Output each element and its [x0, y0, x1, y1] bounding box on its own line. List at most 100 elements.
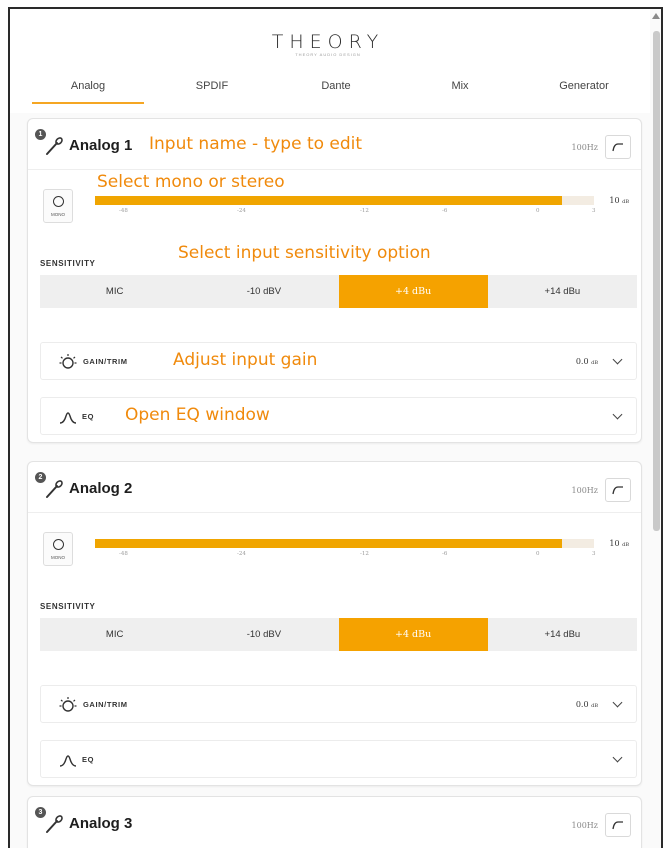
- theory-logo: THEORY: [271, 31, 385, 53]
- sensitivity-label: SENSITIVITY: [40, 259, 96, 268]
- mono-label: MONO: [51, 555, 65, 560]
- hpf-frequency-label: 100Hz: [571, 821, 598, 830]
- high-pass-filter-button[interactable]: [605, 813, 631, 837]
- sensitivity-option-plus14dbu[interactable]: +14 dBu: [488, 618, 637, 651]
- high-pass-filter-button[interactable]: [605, 478, 631, 502]
- microphone-icon: [46, 480, 63, 498]
- gain-knob-icon: [59, 354, 77, 369]
- mono-label: MONO: [51, 212, 65, 217]
- tab-mix[interactable]: Mix: [398, 75, 522, 107]
- gain-value: 0.0 dB: [576, 357, 598, 366]
- mono-stereo-toggle[interactable]: MONO: [43, 532, 73, 566]
- chevron-down-icon[interactable]: [612, 697, 623, 708]
- meter-peak-marker: [555, 539, 557, 548]
- scrollbar[interactable]: [653, 31, 660, 531]
- channel-card-analog-2: 2 Analog 2 100Hz MONO -48 -24 -12 -6 0 3…: [27, 461, 642, 786]
- scroll-up-arrow-icon[interactable]: [652, 13, 660, 19]
- sensitivity-option-plus4dbu[interactable]: +4 dBu: [338, 275, 488, 308]
- meter-tick: -48: [119, 208, 128, 214]
- meter-tick: 0: [536, 208, 540, 214]
- microphone-icon: [46, 137, 63, 155]
- eq-curve-icon: [59, 412, 77, 424]
- level-meter: [95, 196, 594, 205]
- meter-scale: -48 -24 -12 -6 0 3: [95, 208, 596, 216]
- gain-value: 0.0 dB: [576, 700, 598, 709]
- meter-peak-marker: [555, 196, 557, 205]
- meter-level-value: 10: [609, 539, 620, 548]
- gain-value-number: 0.0: [575, 700, 589, 709]
- meter-tick: 3: [592, 208, 596, 214]
- chevron-down-icon[interactable]: [612, 752, 623, 763]
- meter-row: MONO -48 -24 -12 -6 0 3 10 dB: [28, 512, 641, 582]
- sensitivity-option-mic[interactable]: MIC: [40, 275, 189, 308]
- gain-value-number: 0.0: [575, 357, 589, 366]
- sensitivity-option-mic[interactable]: MIC: [40, 618, 189, 651]
- meter-tick: -24: [237, 551, 246, 557]
- channel-card-analog-1: 1 Analog 1 100Hz Input name - type to ed…: [27, 118, 642, 443]
- logo-subtitle: THEORY AUDIO DESIGN: [295, 52, 361, 57]
- channel-name-input[interactable]: Analog 1: [69, 137, 132, 154]
- high-pass-filter-icon: [612, 143, 623, 152]
- sensitivity-option-plus4dbu[interactable]: +4 dBu: [338, 618, 488, 651]
- sensitivity-option-minus10dbv[interactable]: -10 dBV: [189, 618, 338, 651]
- meter-level-readout: 10 dB: [609, 196, 629, 205]
- channel-header: 2 Analog 2 100Hz: [28, 462, 641, 510]
- microphone-icon: [46, 815, 63, 833]
- meter-tick: -24: [237, 208, 246, 214]
- channel-card-analog-3: 3 Analog 3 100Hz: [27, 796, 642, 848]
- meter-tick: 0: [536, 551, 540, 557]
- meter-level-readout: 10 dB: [609, 539, 629, 548]
- chevron-down-icon[interactable]: [612, 354, 623, 365]
- channel-name-input[interactable]: Analog 2: [69, 480, 132, 497]
- annotation-gain: Adjust input gain: [173, 350, 318, 370]
- tab-generator[interactable]: Generator: [522, 75, 646, 107]
- channel-name-input[interactable]: Analog 3: [69, 815, 132, 832]
- meter-scale: -48 -24 -12 -6 0 3: [95, 551, 596, 559]
- hpf-frequency-label: 100Hz: [571, 143, 598, 152]
- tab-dante[interactable]: Dante: [274, 75, 398, 107]
- high-pass-filter-icon: [612, 486, 623, 495]
- mono-stereo-toggle[interactable]: MONO: [43, 189, 73, 223]
- gain-knob-icon: [59, 697, 77, 712]
- sensitivity-option-minus10dbv[interactable]: -10 dBV: [189, 275, 338, 308]
- high-pass-filter-button[interactable]: [605, 135, 631, 159]
- sensitivity-label: SENSITIVITY: [40, 602, 96, 611]
- meter-fill: [95, 196, 562, 205]
- tab-analog[interactable]: Analog: [26, 75, 150, 107]
- app-window: THEORY THEORY AUDIO DESIGN Analog SPDIF …: [8, 7, 663, 848]
- meter-level-value: 10: [609, 196, 620, 205]
- app-header: THEORY THEORY AUDIO DESIGN Analog SPDIF …: [10, 9, 650, 113]
- gain-trim-row[interactable]: GAIN/TRIM 0.0 dB: [40, 685, 637, 723]
- annotation-eq: Open EQ window: [125, 405, 270, 425]
- tab-bar: Analog SPDIF Dante Mix Generator: [26, 75, 646, 107]
- sensitivity-selector: MIC -10 dBV +4 dBu +14 dBu: [40, 275, 637, 308]
- high-pass-filter-icon: [612, 821, 623, 830]
- tab-spdif[interactable]: SPDIF: [150, 75, 274, 107]
- hpf-frequency-label: 100Hz: [571, 486, 598, 495]
- meter-level-unit: dB: [622, 542, 629, 548]
- sensitivity-selector: MIC -10 dBV +4 dBu +14 dBu: [40, 618, 637, 651]
- meter-tick: -6: [442, 208, 448, 214]
- meter-tick: -6: [442, 551, 448, 557]
- gain-trim-row[interactable]: GAIN/TRIM 0.0 dB: [40, 342, 637, 380]
- eq-row[interactable]: EQ: [40, 740, 637, 778]
- annotation-sensitivity: Select input sensitivity option: [178, 243, 431, 263]
- gain-trim-label: GAIN/TRIM: [83, 700, 128, 709]
- meter-tick: 3: [592, 551, 596, 557]
- level-meter: [95, 539, 594, 548]
- sensitivity-option-plus14dbu[interactable]: +14 dBu: [488, 275, 637, 308]
- meter-tick: -48: [119, 551, 128, 557]
- meter-level-unit: dB: [622, 199, 629, 205]
- eq-label: EQ: [82, 755, 95, 764]
- annotation-mono-stereo: Select mono or stereo: [97, 172, 285, 192]
- mono-circle-icon: [53, 539, 64, 550]
- mono-circle-icon: [53, 196, 64, 207]
- gain-value-unit: dB: [591, 360, 598, 366]
- eq-label: EQ: [82, 412, 95, 421]
- annotation-input-name: Input name - type to edit: [149, 134, 363, 154]
- meter-fill: [95, 539, 562, 548]
- gain-value-unit: dB: [591, 703, 598, 709]
- meter-tick: -12: [360, 551, 369, 557]
- channel-header: 3 Analog 3 100Hz: [28, 797, 641, 845]
- chevron-down-icon[interactable]: [612, 409, 623, 420]
